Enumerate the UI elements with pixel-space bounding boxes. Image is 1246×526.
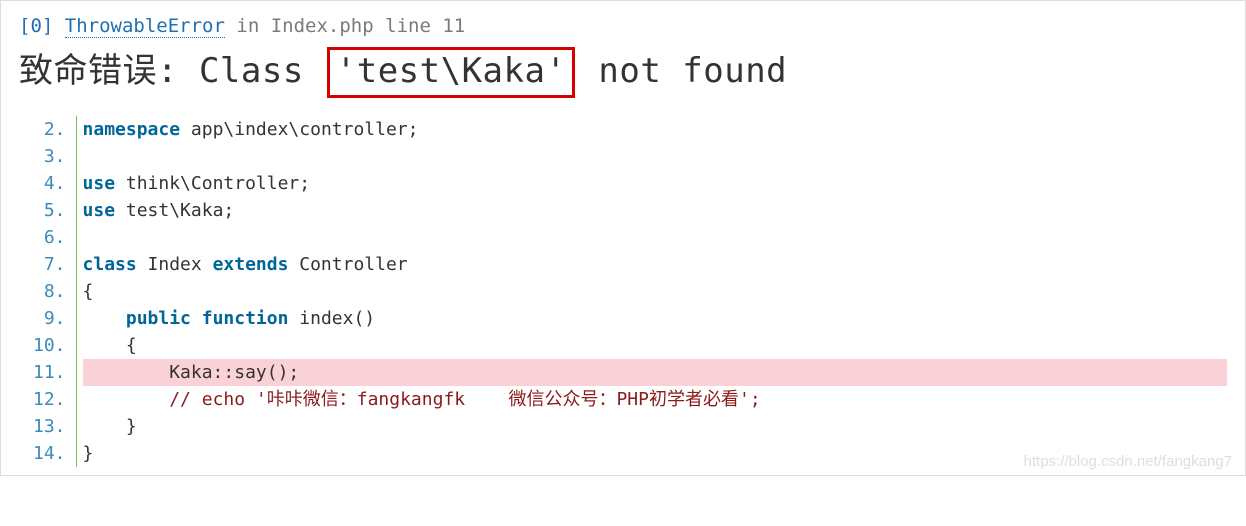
title-prefix: 致命错误: Class — [19, 51, 325, 91]
line-number: 4. — [33, 170, 70, 197]
code-line — [83, 143, 1227, 170]
code-line: class Index extends Controller — [83, 251, 1227, 278]
code-line — [83, 224, 1227, 251]
line-number: 8. — [33, 278, 70, 305]
file-location: Index.php line 11 — [271, 15, 465, 37]
line-number: 5. — [33, 197, 70, 224]
code-line: public function index() — [83, 305, 1227, 332]
error-panel: [0] ThrowableError in Index.php line 11 … — [0, 0, 1246, 476]
error-header: [0] ThrowableError in Index.php line 11 — [19, 15, 1227, 37]
line-number-gutter: 2.3.4.5.6.7.8.9.10.11.12.13.14. — [33, 116, 76, 467]
line-number: 9. — [33, 305, 70, 332]
title-suffix: not found — [577, 51, 787, 91]
in-text: in — [236, 15, 259, 37]
highlighted-class: 'test\Kaka' — [336, 51, 567, 91]
line-number: 3. — [33, 143, 70, 170]
code-line: } — [83, 413, 1227, 440]
code-line: Kaka::say(); — [83, 359, 1227, 386]
line-number: 13. — [33, 413, 70, 440]
highlight-box: 'test\Kaka' — [327, 47, 576, 98]
code-line: { — [83, 278, 1227, 305]
line-number: 6. — [33, 224, 70, 251]
code-line: // echo '咔咔微信：fangkangfk 微信公众号：PHP初学者必看'… — [83, 386, 1227, 413]
line-number: 14. — [33, 440, 70, 467]
code-line: namespace app\index\controller; — [83, 116, 1227, 143]
line-number: 7. — [33, 251, 70, 278]
line-number: 10. — [33, 332, 70, 359]
code-column: namespace app\index\controller; use think… — [76, 116, 1227, 467]
error-index: [0] — [19, 15, 53, 37]
line-number: 2. — [33, 116, 70, 143]
code-line: use think\Controller; — [83, 170, 1227, 197]
code-line: { — [83, 332, 1227, 359]
error-type-link[interactable]: ThrowableError — [65, 15, 225, 38]
line-number: 11. — [33, 359, 70, 386]
line-number: 12. — [33, 386, 70, 413]
code-line: } — [83, 440, 1227, 467]
code-snippet: 2.3.4.5.6.7.8.9.10.11.12.13.14. namespac… — [33, 116, 1227, 467]
error-title: 致命错误: Class 'test\Kaka' not found — [19, 47, 1227, 98]
code-line: use test\Kaka; — [83, 197, 1227, 224]
